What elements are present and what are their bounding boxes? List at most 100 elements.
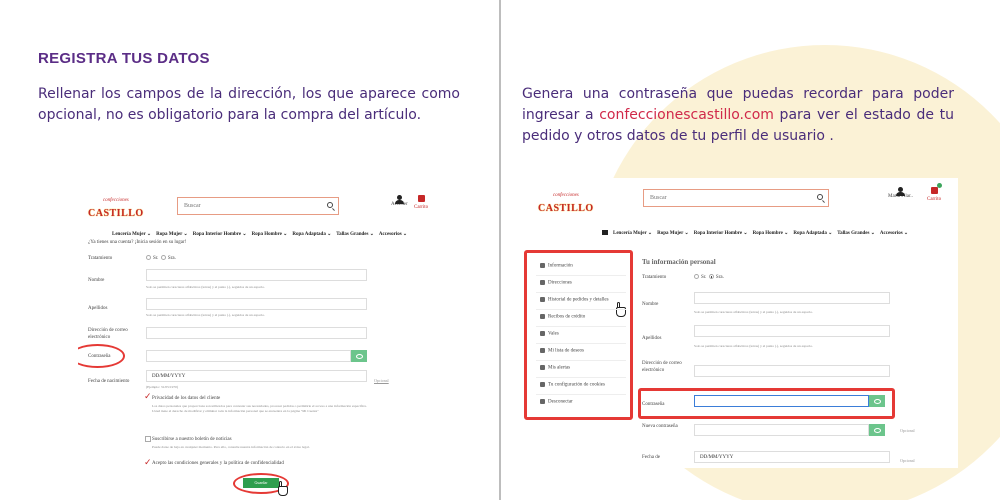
password-field[interactable] [146,350,351,362]
nav-item[interactable]: Ropa Hombre ⌄ [252,232,288,237]
logout-icon [540,399,545,404]
section-title: Tu información personal [642,258,716,266]
search-icon[interactable] [327,202,333,208]
heart-icon [540,348,545,353]
store-logo: confecciones CASTILLO [538,193,594,214]
cart-count-badge [936,183,942,188]
home-icon[interactable] [602,230,608,236]
history-icon [540,297,545,302]
optional-tag: Opcional [900,428,915,433]
name-label: Nombre [88,278,105,283]
surname-help: Solo se permiten caracteres alfabéticos … [694,344,813,348]
optional-tag: Opcional [900,458,915,463]
store-logo: confecciones CASTILLO [88,198,144,219]
optional-tag: Opcional [374,378,389,383]
nav-item[interactable]: Ropa Mujer ⌄ [156,232,188,237]
pointer-hand-icon [276,481,290,497]
title-options: Sr. Sra. [146,255,176,262]
name-field[interactable] [146,269,367,281]
email-field[interactable] [694,365,890,377]
menu-alerts[interactable]: Mis alertas [540,365,570,371]
menu-divider [536,343,626,344]
menu-cookies[interactable]: Tu configuración de cookies [540,382,605,388]
cart-icon [417,195,425,202]
nav-item[interactable]: Lencería Mujer ⌄ [613,231,652,236]
radio-mrs[interactable] [160,255,166,261]
name-help: Solo se permiten caracteres alfabéticos … [694,310,813,314]
check-icon: ✓ [144,391,152,401]
menu-wishlist[interactable]: Mi lista de deseos [540,348,584,354]
left-heading: REGISTRA TUS DATOS [38,50,210,67]
nav-item[interactable]: Lencería Mujer ⌄ [112,232,151,237]
search-icon[interactable] [817,194,823,200]
search-input[interactable]: Buscar [177,197,339,215]
menu-addresses[interactable]: Direcciones [540,280,572,286]
surname-field[interactable] [146,298,367,310]
email-field[interactable] [146,327,367,339]
password-field[interactable] [694,395,869,407]
surname-help: Solo se permiten caracteres alfabéticos … [146,313,265,317]
surname-field[interactable] [694,325,890,337]
radio-mr[interactable] [694,274,699,280]
birthdate-example: (Ejemplo: 31/05/1970) [146,385,178,389]
menu-info[interactable]: Información [540,263,573,269]
terms-label[interactable]: Acepto las condiciones generales y la po… [152,460,284,467]
nav-item[interactable]: Tallas Grandes ⌄ [837,231,875,236]
surname-label: Apellidos [88,306,108,311]
menu-logout[interactable]: Desconectar [540,399,573,405]
account-link[interactable]: María Pilar.. [888,187,913,199]
location-icon [540,280,545,285]
nav-item[interactable]: Ropa Adaptada ⌄ [292,232,331,237]
show-password-icon[interactable] [869,395,885,407]
name-label: Nombre [642,302,659,307]
newsletter-label[interactable]: Suscribirse a nuestro boletín de noticia… [152,436,232,443]
birthdate-label: Fecha de nacimiento [88,379,130,384]
radio-mr[interactable] [146,255,151,261]
nav-item[interactable]: Ropa Interior Hombre ⌄ [694,231,748,236]
nav-item[interactable]: Ropa Adaptada ⌄ [793,231,832,236]
cart-link[interactable]: Carrito [414,195,428,210]
title-options: Sr. Sra. [694,274,724,281]
privacy-label[interactable]: Privacidad de los datos del cliente [152,395,220,402]
show-password-icon[interactable] [351,350,367,362]
cart-icon [930,183,942,194]
user-icon [394,195,404,204]
password-label: Contraseña [642,402,665,407]
birthdate-field[interactable]: DD/MM/YYYY [694,451,890,463]
menu-divider [536,394,626,395]
menu-divider [536,309,626,310]
site-link[interactable]: confeccionescastillo.com [599,107,774,123]
birthdate-field[interactable]: DD/MM/YYYY [146,370,367,382]
save-button[interactable]: Guardar [243,478,279,488]
account-link[interactable]: Acceder [391,195,408,207]
pointer-hand-icon [614,302,628,318]
search-input[interactable]: Buscar [643,189,829,207]
name-field[interactable] [694,292,890,304]
menu-divider [536,377,626,378]
cart-link[interactable]: Carrito [927,183,942,202]
menu-vouchers[interactable]: Vales [540,331,559,337]
registration-screenshot: confecciones CASTILLO Buscar Acceder Car… [78,180,438,500]
show-password-icon[interactable] [869,424,885,436]
nav-item[interactable]: Tallas Grandes ⌄ [336,232,374,237]
user-icon [895,187,905,196]
left-instructions: Rellenar los campos de la dirección, los… [38,86,460,123]
nav-item[interactable]: Ropa Hombre ⌄ [753,231,789,236]
new-password-label: Nueva contraseña [642,424,678,429]
nav-item[interactable]: Ropa Interior Hombre ⌄ [193,232,247,237]
cookie-icon [540,382,545,387]
check-icon: ✓ [144,457,152,467]
new-password-field[interactable] [694,424,869,436]
menu-credit-slips[interactable]: Recibos de crédito [540,314,585,320]
account-screenshot: confecciones CASTILLO Buscar María Pilar… [522,178,958,468]
menu-orders[interactable]: Historial de pedidos y detalles [540,297,609,303]
newsletter-checkbox[interactable] [145,436,151,442]
newsletter-text: Puede darse de baja en cualquier momento… [152,445,310,449]
login-prompt[interactable]: ¿Ya tienes una cuenta? ¡Inicia sesión en… [88,239,186,246]
menu-divider [536,292,626,293]
nav-item[interactable]: Accesorios ⌄ [880,231,908,236]
nav-item[interactable]: Ropa Mujer ⌄ [657,231,689,236]
radio-mrs[interactable] [708,274,714,280]
nav-item[interactable]: Accesorios ⌄ [379,232,407,237]
mail-icon [540,365,545,370]
